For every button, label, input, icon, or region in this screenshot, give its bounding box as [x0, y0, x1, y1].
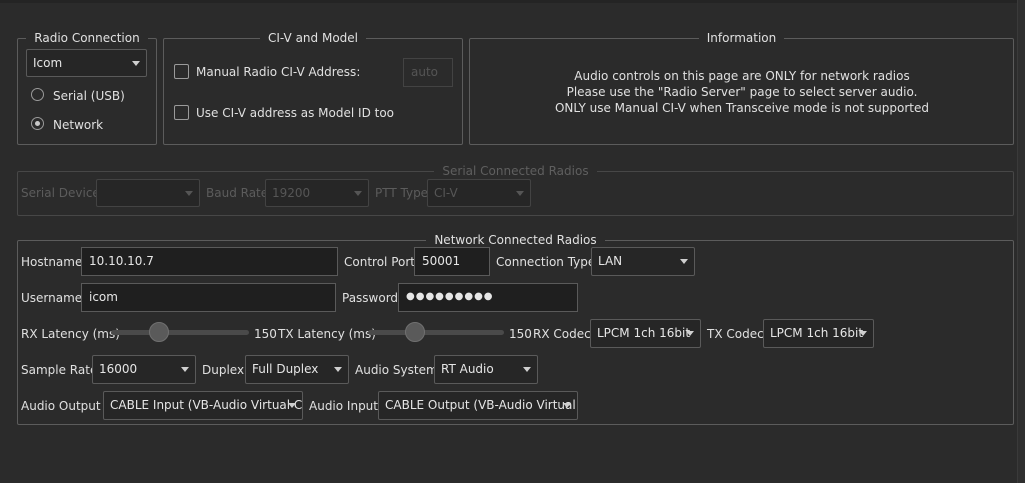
baud-rate-value: 19200 — [272, 186, 311, 200]
audio-system-value: RT Audio — [441, 362, 494, 376]
rx-latency-slider[interactable] — [111, 322, 249, 344]
info-line-2: Please use the "Radio Server" page to se… — [566, 85, 918, 99]
username-input[interactable]: icom — [81, 283, 336, 312]
ptt-type-combo[interactable]: CI-V — [427, 179, 531, 207]
chevron-down-icon — [859, 331, 867, 336]
network-radio[interactable] — [31, 117, 44, 130]
rx-latency-value: 150 — [254, 327, 277, 341]
username-label: Username — [21, 291, 83, 305]
chevron-down-icon — [523, 367, 531, 372]
serial-usb-label: Serial (USB) — [53, 89, 125, 103]
info-line-1: Audio controls on this page are ONLY for… — [574, 69, 910, 83]
serial-device-combo[interactable] — [96, 179, 200, 207]
rx-codec-label: RX Codec — [533, 327, 591, 341]
password-value: ●●●●●●●●● — [406, 291, 494, 302]
tx-latency-value: 150 — [509, 327, 532, 341]
hostname-value: 10.10.10.7 — [89, 254, 154, 268]
control-port-value: 50001 — [422, 254, 461, 268]
duplex-value: Full Duplex — [252, 362, 319, 376]
hostname-label: Hostname — [21, 255, 83, 269]
manual-civ-checkbox[interactable] — [174, 64, 189, 79]
civ-title: CI-V and Model — [164, 31, 462, 45]
duplex-label: Duplex — [202, 363, 245, 377]
audio-input-value: CABLE Output (VB-Audio Virtual — [385, 398, 576, 412]
rx-codec-value: LPCM 1ch 16bit — [597, 326, 691, 340]
manufacturer-combo[interactable]: Icom — [26, 49, 147, 77]
chevron-down-icon — [181, 367, 189, 372]
information-title: Information — [470, 31, 1013, 45]
chevron-down-icon — [354, 191, 362, 196]
control-port-input[interactable]: 50001 — [414, 247, 490, 276]
manual-civ-label: Manual Radio CI-V Address: — [196, 65, 361, 79]
manufacturer-value: Icom — [33, 56, 63, 70]
civ-group: CI-V and Model — [163, 31, 463, 145]
rx-latency-handle[interactable] — [149, 322, 169, 342]
civ-address-placeholder: auto — [411, 65, 439, 79]
chevron-down-icon — [680, 259, 688, 264]
audio-system-combo[interactable]: RT Audio — [434, 355, 538, 384]
chevron-down-icon — [686, 331, 694, 336]
password-input[interactable]: ●●●●●●●●● — [398, 283, 578, 312]
connection-type-label: Connection Type — [496, 255, 596, 269]
radio-connection-title: Radio Connection — [18, 31, 156, 45]
duplex-combo[interactable]: Full Duplex — [245, 355, 349, 384]
connection-type-combo[interactable]: LAN — [591, 247, 695, 276]
rx-latency-track — [111, 330, 249, 335]
tx-codec-value: LPCM 1ch 16bit — [770, 326, 864, 340]
rx-codec-combo[interactable]: LPCM 1ch 16bit — [590, 319, 701, 348]
tx-latency-handle[interactable] — [405, 322, 425, 342]
ptt-type-value: CI-V — [434, 186, 458, 200]
tx-latency-track — [368, 330, 504, 335]
tx-latency-label: TX Latency (ms) — [278, 327, 376, 341]
chevron-down-icon — [563, 403, 571, 408]
connection-type-value: LAN — [598, 254, 623, 268]
chevron-down-icon — [516, 191, 524, 196]
baud-rate-label: Baud Rate — [206, 186, 269, 200]
info-line-3: ONLY use Manual CI-V when Transceive mod… — [554, 101, 930, 115]
baud-rate-combo[interactable]: 19200 — [265, 179, 369, 207]
sample-rate-value: 16000 — [99, 362, 138, 376]
sample-rate-combo[interactable]: 16000 — [92, 355, 196, 384]
sample-rate-label: Sample Rate — [21, 363, 98, 377]
civ-model-label: Use CI-V address as Model ID too — [196, 106, 395, 120]
tx-latency-slider[interactable] — [368, 322, 504, 344]
audio-output-combo[interactable]: CABLE Input (VB-Audio Virtual C — [103, 391, 303, 420]
chevron-down-icon — [132, 61, 140, 66]
hostname-input[interactable]: 10.10.10.7 — [81, 247, 338, 276]
tx-codec-label: TX Codec — [707, 327, 764, 341]
password-label: Password — [342, 291, 399, 305]
audio-output-value: CABLE Input (VB-Audio Virtual C — [110, 398, 303, 412]
right-scroll-edge — [1017, 0, 1025, 483]
control-port-label: Control Port — [344, 255, 415, 269]
civ-model-checkbox[interactable] — [174, 105, 189, 120]
audio-input-label: Audio Input — [309, 399, 378, 413]
audio-output-label: Audio Output — [21, 399, 101, 413]
audio-input-combo[interactable]: CABLE Output (VB-Audio Virtual — [378, 391, 578, 420]
tx-codec-combo[interactable]: LPCM 1ch 16bit — [763, 319, 874, 348]
chevron-down-icon — [185, 191, 193, 196]
username-value: icom — [89, 290, 118, 304]
rx-latency-label: RX Latency (ms) — [21, 327, 120, 341]
ptt-type-label: PTT Type — [375, 186, 429, 200]
network-label: Network — [53, 118, 104, 132]
chevron-down-icon — [334, 367, 342, 372]
serial-usb-radio[interactable] — [31, 88, 44, 101]
civ-address-input[interactable]: auto — [403, 58, 453, 87]
chevron-down-icon — [288, 403, 296, 408]
network-radios-title: Network Connected Radios — [18, 233, 1013, 247]
top-divider — [0, 0, 1025, 3]
serial-device-label: Serial Device: — [21, 186, 104, 200]
audio-system-label: Audio System — [355, 363, 438, 377]
serial-radios-title: Serial Connected Radios — [18, 164, 1013, 178]
